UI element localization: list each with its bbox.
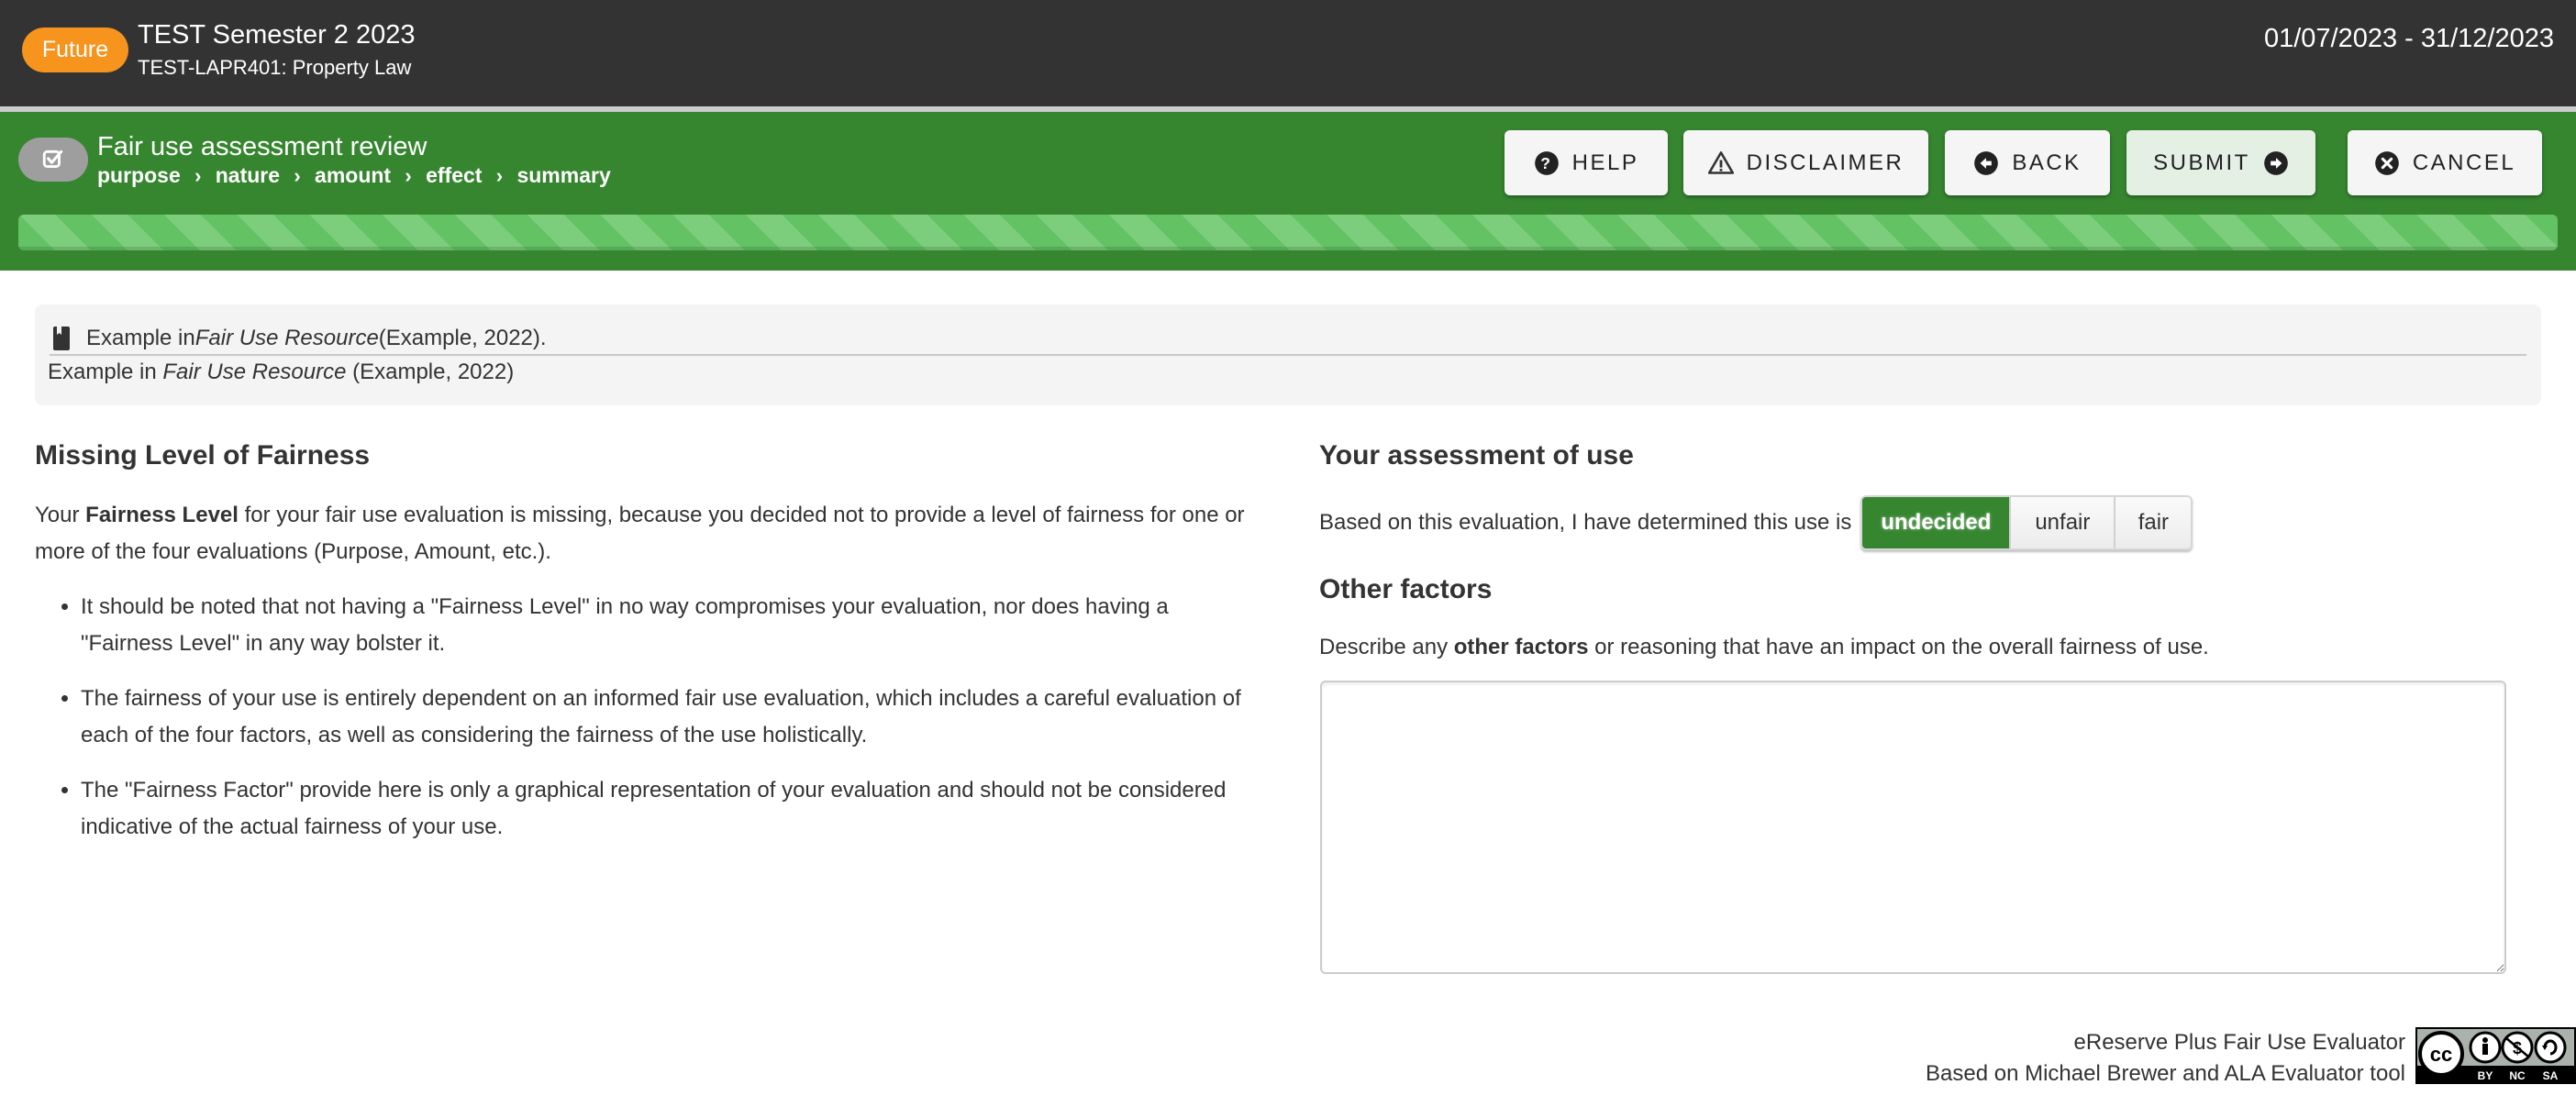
notes-list: It should be noted that not having a "Fa… xyxy=(35,589,1264,846)
option-undecided[interactable]: undecided xyxy=(1862,497,2010,548)
list-item: The fairness of your use is entirely dep… xyxy=(81,681,1264,754)
question-circle-icon: ? xyxy=(1534,150,1560,176)
course-name: TEST-LAPR401: Property Law xyxy=(138,56,412,79)
footer-credits: eReserve Plus Fair Use Evaluator Based o… xyxy=(1926,1027,2405,1090)
other-factors-description: Describe any other factors or reasoning … xyxy=(1319,635,2512,660)
para-bold: Fairness Level xyxy=(85,503,239,527)
assessment-label: Based on this evaluation, I have determi… xyxy=(1319,510,1852,535)
chevron-right-icon: › xyxy=(405,163,412,187)
top-header: Future TEST Semester 2 2023 TEST-LAPR401… xyxy=(0,0,2576,106)
assessment-heading: Your assessment of use xyxy=(1319,440,1634,470)
fairness-toggle-group: undecided unfair fair xyxy=(1860,495,2193,550)
desc-bold: other factors xyxy=(1453,635,1589,659)
chevron-right-icon: › xyxy=(194,163,202,187)
cc-by-nc-sa-icon[interactable]: cc $ BY NC SA xyxy=(2415,1027,2576,1084)
breadcrumb: purpose › nature › amount › effect › sum… xyxy=(97,163,611,188)
date-range: 01/07/2023 - 31/12/2023 xyxy=(2263,24,2554,53)
citation-title: Fair Use Resource xyxy=(162,360,347,384)
progress-bar xyxy=(18,215,2558,250)
wizard-bar: Fair use assessment review purpose › nat… xyxy=(0,112,2576,271)
option-unfair[interactable]: unfair xyxy=(2009,497,2115,548)
missing-level-paragraph: Your Fairness Level for your fair use ev… xyxy=(35,497,1264,570)
arrow-left-circle-icon xyxy=(1973,150,1999,176)
svg-text:cc: cc xyxy=(2430,1043,2452,1066)
breadcrumb-effect[interactable]: effect xyxy=(426,163,482,188)
citation-box: Example in Fair Use Resource (Example, 2… xyxy=(35,304,2541,405)
submit-button[interactable]: SUBMIT xyxy=(2126,130,2315,195)
svg-text:?: ? xyxy=(1540,153,1553,172)
breadcrumb-summary[interactable]: summary xyxy=(516,163,610,188)
semester-title: TEST Semester 2 2023 xyxy=(138,20,416,50)
cancel-button[interactable]: CANCEL xyxy=(2348,130,2542,195)
citation-title: Fair Use Resource xyxy=(194,326,379,350)
help-label: HELP xyxy=(1571,149,1639,175)
citation-prefix: Example in xyxy=(48,360,163,384)
missing-level-section: Missing Level of Fairness Your Fairness … xyxy=(35,440,1264,864)
chevron-right-icon: › xyxy=(294,163,301,187)
cc-nc-label: NC xyxy=(2509,1069,2526,1082)
missing-level-heading: Missing Level of Fairness xyxy=(35,440,371,470)
cc-by-label: BY xyxy=(2478,1069,2493,1082)
option-fair[interactable]: fair xyxy=(2114,497,2192,548)
wizard-title: Fair use assessment review xyxy=(97,132,427,161)
book-icon xyxy=(53,327,70,350)
list-item: The "Fairness Factor" provide here is on… xyxy=(81,772,1264,846)
cc-sa-label: SA xyxy=(2543,1069,2559,1082)
warning-triangle-icon xyxy=(1707,150,1734,176)
footer-attribution: Based on Michael Brewer and ALA Evaluato… xyxy=(1926,1061,2405,1086)
submit-label: SUBMIT xyxy=(2153,149,2250,175)
other-factors-textarea[interactable] xyxy=(1320,681,2506,974)
footer-product: eReserve Plus Fair Use Evaluator xyxy=(2073,1030,2405,1055)
breadcrumb-nature[interactable]: nature xyxy=(216,163,280,188)
chevron-right-icon: › xyxy=(495,163,504,187)
other-factors-heading: Other factors xyxy=(1319,574,1493,604)
citation-secondary: Example in Fair Use Resource (Example, 2… xyxy=(48,360,514,385)
disclaimer-label: DISCLAIMER xyxy=(1746,149,1904,175)
cancel-label: CANCEL xyxy=(2412,149,2516,175)
citation-suffix: (Example, 2022). xyxy=(378,326,547,350)
assessment-section: Your assessment of use Based on this eva… xyxy=(1319,440,2512,660)
para-prefix: Your xyxy=(35,503,86,527)
close-circle-icon xyxy=(2374,150,2400,176)
back-label: BACK xyxy=(2012,149,2082,175)
arrow-right-circle-icon xyxy=(2263,150,2289,176)
breadcrumb-amount[interactable]: amount xyxy=(315,163,391,188)
citation-suffix: (Example, 2022) xyxy=(346,360,515,384)
citation-primary: Example in Fair Use Resource (Example, 2… xyxy=(50,323,2526,356)
status-badge: Future xyxy=(22,28,128,72)
citation-prefix: Example in xyxy=(86,326,195,350)
list-item: It should be noted that not having a "Fa… xyxy=(81,589,1264,662)
help-button[interactable]: ? HELP xyxy=(1505,130,1668,195)
progress-fill xyxy=(18,215,2558,250)
disclaimer-button[interactable]: DISCLAIMER xyxy=(1683,130,1928,195)
step-status-pill xyxy=(18,138,88,182)
assessment-row: Based on this evaluation, I have determi… xyxy=(1319,495,2512,550)
desc-suffix: or reasoning that have an impact on the … xyxy=(1588,635,2209,659)
breadcrumb-purpose[interactable]: purpose xyxy=(97,163,181,188)
check-square-icon xyxy=(42,149,63,168)
desc-prefix: Describe any xyxy=(1319,635,1454,659)
back-button[interactable]: BACK xyxy=(1945,130,2110,195)
